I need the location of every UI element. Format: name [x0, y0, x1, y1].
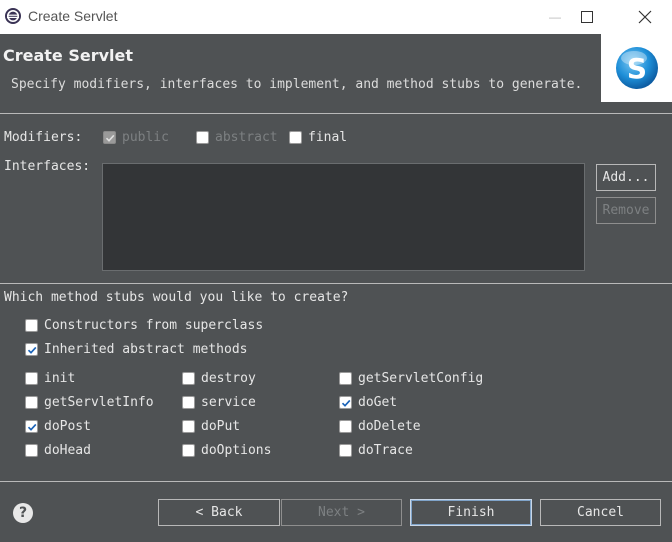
public-label: public [122, 130, 169, 145]
header-separator [0, 113, 672, 114]
eclipse-app-icon [5, 8, 21, 24]
dodelete-checkbox[interactable] [339, 420, 352, 433]
help-icon[interactable]: ? [13, 503, 33, 523]
window-titlebar: Create Servlet — [0, 0, 672, 34]
doput-checkbox[interactable] [182, 420, 195, 433]
finish-button[interactable]: Finish [410, 499, 532, 526]
wizard-banner: S [601, 34, 672, 102]
final-label: final [308, 130, 348, 145]
interfaces-label: Interfaces: [4, 159, 91, 174]
destroy-checkbox[interactable] [182, 372, 195, 385]
dohead-checkbox[interactable] [25, 444, 38, 457]
getservletconfig-label: getServletConfig [358, 371, 484, 386]
constructors-checkbox[interactable] [25, 319, 38, 332]
dodelete-label: doDelete [358, 419, 421, 434]
dotrace-label: doTrace [358, 443, 413, 458]
abstract-label: abstract [215, 130, 278, 145]
inherited-label: Inherited abstract methods [44, 342, 248, 357]
checkmark-icon [27, 346, 37, 354]
dotrace-checkbox[interactable] [339, 444, 352, 457]
service-checkbox[interactable] [182, 396, 195, 409]
constructors-label: Constructors from superclass [44, 318, 264, 333]
init-label: init [44, 371, 76, 386]
cancel-button[interactable]: Cancel [540, 499, 661, 526]
wizard-header: Create Servlet Specify modifiers, interf… [0, 34, 672, 102]
maximize-button[interactable] [564, 0, 610, 34]
dohead-label: doHead [44, 443, 91, 458]
checkmark-icon [105, 134, 115, 142]
destroy-label: destroy [201, 371, 256, 386]
getservletconfig-checkbox[interactable] [339, 372, 352, 385]
inherited-checkbox[interactable] [25, 343, 38, 356]
page-title: Create Servlet [3, 46, 134, 65]
add-interface-button[interactable]: Add... [596, 164, 656, 191]
stubs-question: Which method stubs would you like to cre… [4, 290, 349, 305]
maximize-icon [581, 11, 593, 23]
modifiers-label: Modifiers: [4, 130, 83, 145]
checkmark-icon [27, 423, 37, 431]
footer-separator [0, 481, 672, 482]
page-description: Specify modifiers, interfaces to impleme… [11, 77, 583, 92]
next-button[interactable]: Next > [281, 499, 402, 526]
close-button[interactable] [622, 0, 668, 34]
servlet-logo-icon: S [616, 47, 658, 89]
init-checkbox[interactable] [25, 372, 38, 385]
doget-checkbox[interactable] [339, 396, 352, 409]
dopost-checkbox[interactable] [25, 420, 38, 433]
dooptions-label: doOptions [201, 443, 272, 458]
remove-interface-button[interactable]: Remove [596, 197, 656, 224]
svg-text:S: S [627, 52, 647, 85]
abstract-checkbox[interactable] [196, 131, 209, 144]
back-button[interactable]: < Back [158, 499, 280, 526]
close-icon [638, 10, 652, 24]
getservletinfo-label: getServletInfo [44, 395, 154, 410]
final-checkbox[interactable] [289, 131, 302, 144]
interfaces-separator [0, 283, 672, 284]
dopost-label: doPost [44, 419, 91, 434]
service-label: service [201, 395, 256, 410]
checkmark-icon [341, 399, 351, 407]
public-checkbox[interactable] [103, 131, 116, 144]
doput-label: doPut [201, 419, 241, 434]
minimize-icon: — [549, 10, 561, 24]
getservletinfo-checkbox[interactable] [25, 396, 38, 409]
doget-label: doGet [358, 395, 398, 410]
interfaces-list[interactable] [102, 163, 585, 271]
window-title: Create Servlet [28, 8, 118, 24]
dooptions-checkbox[interactable] [182, 444, 195, 457]
